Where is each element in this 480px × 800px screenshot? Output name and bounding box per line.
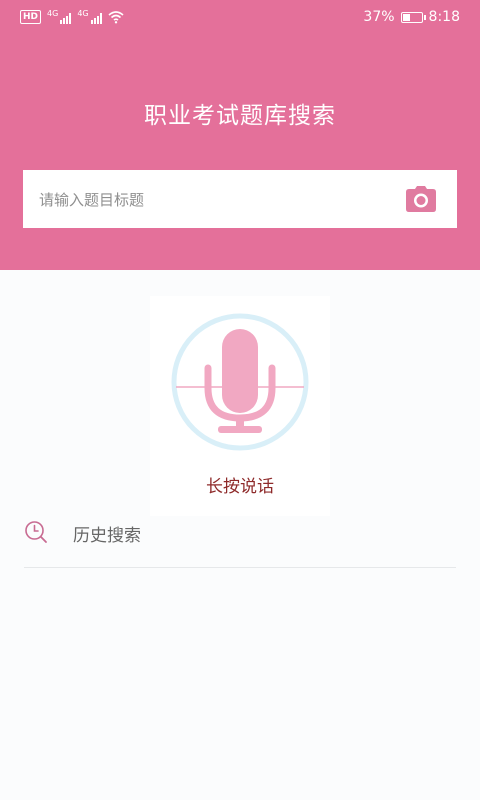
search-input[interactable] (37, 170, 391, 230)
network-type-label: 4G (47, 9, 59, 18)
camera-icon[interactable] (405, 185, 437, 213)
status-left: HD 4G 4G (20, 9, 124, 24)
history-search-row[interactable]: 历史搜索 (24, 512, 456, 552)
voice-input-area: 长按说话 (150, 296, 330, 516)
clock-search-icon (25, 521, 47, 543)
divider (24, 567, 456, 568)
clock-time: 8:18 (428, 9, 460, 25)
header-bar: HD 4G 4G 37% 8:18 职业考试题库搜索 (0, 0, 480, 270)
battery-percent: 37% (363, 9, 395, 25)
battery-icon (400, 11, 426, 23)
signal-icon: 4G (77, 9, 102, 24)
hd-badge: HD (20, 10, 42, 24)
microphone-icon[interactable] (170, 312, 310, 452)
page-title: 职业考试题库搜索 (144, 103, 336, 129)
status-right: 37% 8:18 (363, 9, 460, 25)
signal-icon: 4G (47, 9, 72, 24)
hold-to-talk-label: 长按说话 (206, 477, 274, 497)
wifi-icon (108, 11, 124, 24)
search-box (23, 170, 457, 230)
battery-fill (402, 13, 410, 21)
network-type-label: 4G (77, 9, 89, 18)
history-search-label: 历史搜索 (73, 526, 141, 546)
status-bar: HD 4G 4G 37% 8:18 (0, 0, 480, 36)
